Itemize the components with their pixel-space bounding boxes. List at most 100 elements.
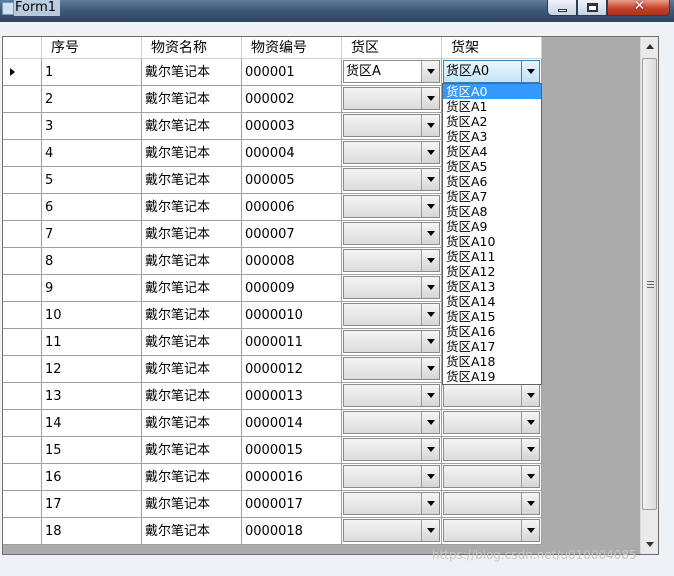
seq-cell[interactable]: 16 [42, 464, 142, 491]
name-cell[interactable]: 戴尔笔记本 [142, 59, 242, 86]
combobox-dropdown-button[interactable] [421, 250, 439, 271]
row-header[interactable] [3, 167, 42, 194]
seq-cell[interactable]: 18 [42, 518, 142, 545]
combobox-dropdown-button[interactable] [421, 493, 439, 514]
area-combobox[interactable] [343, 465, 440, 488]
area-combobox[interactable] [343, 519, 440, 542]
scroll-down-button[interactable] [641, 536, 658, 553]
dropdown-option[interactable]: 货区A14 [443, 294, 541, 309]
dropdown-option[interactable]: 货区A1 [443, 99, 541, 114]
combobox-dropdown-button[interactable] [421, 331, 439, 352]
combobox-dropdown-button[interactable] [521, 385, 539, 406]
shelf-combobox[interactable] [443, 438, 540, 461]
row-header[interactable] [3, 464, 42, 491]
row-header[interactable] [3, 248, 42, 275]
code-cell[interactable]: 0000010 [242, 302, 342, 329]
seq-cell[interactable]: 15 [42, 437, 142, 464]
dropdown-option[interactable]: 货区A7 [443, 189, 541, 204]
title-bar[interactable]: Form1 ✕ [0, 0, 674, 22]
code-cell[interactable]: 0000014 [242, 410, 342, 437]
column-header-shelf[interactable]: 货架 [442, 37, 542, 59]
area-combobox[interactable] [343, 195, 440, 218]
shelf-combobox[interactable] [443, 519, 540, 542]
area-combobox[interactable] [343, 168, 440, 191]
combobox-dropdown-button[interactable] [521, 520, 539, 541]
code-cell[interactable]: 000001 [242, 59, 342, 86]
data-grid[interactable]: 序号 物资名称 物资编号 货区 货架 1 戴尔笔记本 000001 货区A 货区A0 2 戴尔笔记本… [2, 36, 659, 555]
code-cell[interactable]: 0000015 [242, 437, 342, 464]
row-header[interactable] [3, 356, 42, 383]
area-combobox[interactable] [343, 330, 440, 353]
seq-cell[interactable]: 9 [42, 275, 142, 302]
shelf-combobox[interactable] [443, 384, 540, 407]
area-combobox[interactable] [343, 384, 440, 407]
shelf-combobox[interactable] [443, 465, 540, 488]
dropdown-option[interactable]: 货区A0 [443, 84, 541, 99]
row-header[interactable] [3, 491, 42, 518]
shelf-combobox[interactable] [443, 411, 540, 434]
code-cell[interactable]: 000002 [242, 86, 342, 113]
seq-cell[interactable]: 1 [42, 59, 142, 86]
code-cell[interactable]: 0000018 [242, 518, 342, 545]
minimize-button[interactable] [547, 0, 577, 16]
area-combobox[interactable] [343, 249, 440, 272]
seq-cell[interactable]: 14 [42, 410, 142, 437]
combobox-dropdown-button[interactable] [421, 61, 439, 82]
combobox-dropdown-button[interactable] [421, 169, 439, 190]
row-header[interactable] [3, 221, 42, 248]
combobox-dropdown-button[interactable] [521, 439, 539, 460]
dropdown-option[interactable]: 货区A12 [443, 264, 541, 279]
row-header[interactable] [3, 437, 42, 464]
code-cell[interactable]: 000009 [242, 275, 342, 302]
combobox-dropdown-button[interactable] [421, 196, 439, 217]
name-cell[interactable]: 戴尔笔记本 [142, 140, 242, 167]
column-header-code[interactable]: 物资编号 [242, 37, 342, 59]
area-combobox[interactable] [343, 303, 440, 326]
name-cell[interactable]: 戴尔笔记本 [142, 518, 242, 545]
seq-cell[interactable]: 2 [42, 86, 142, 113]
combobox-dropdown-button[interactable] [421, 466, 439, 487]
column-header-name[interactable]: 物资名称 [142, 37, 242, 59]
row-header[interactable] [3, 194, 42, 221]
code-cell[interactable]: 0000017 [242, 491, 342, 518]
dropdown-option[interactable]: 货区A8 [443, 204, 541, 219]
code-cell[interactable]: 000004 [242, 140, 342, 167]
maximize-button[interactable] [577, 0, 607, 16]
combobox-dropdown-button[interactable] [521, 493, 539, 514]
area-combobox[interactable] [343, 492, 440, 515]
scroll-up-button[interactable] [641, 38, 658, 55]
name-cell[interactable]: 戴尔笔记本 [142, 383, 242, 410]
area-combobox[interactable] [343, 87, 440, 110]
dropdown-option[interactable]: 货区A5 [443, 159, 541, 174]
dropdown-option[interactable]: 货区A17 [443, 339, 541, 354]
dropdown-option[interactable]: 货区A4 [443, 144, 541, 159]
grid-corner-header[interactable] [3, 37, 42, 59]
shelf-dropdown-list[interactable]: 货区A0 货区A1 货区A2 货区A3 货区A4 货区A5 货区A6 货区A7 货区A8 货区A9… [442, 83, 542, 385]
area-combobox[interactable] [343, 222, 440, 245]
column-header-area[interactable]: 货区 [342, 37, 442, 59]
name-cell[interactable]: 戴尔笔记本 [142, 491, 242, 518]
seq-cell[interactable]: 3 [42, 113, 142, 140]
dropdown-option[interactable]: 货区A6 [443, 174, 541, 189]
name-cell[interactable]: 戴尔笔记本 [142, 275, 242, 302]
seq-cell[interactable]: 11 [42, 329, 142, 356]
seq-cell[interactable]: 4 [42, 140, 142, 167]
row-header[interactable] [3, 329, 42, 356]
area-combobox[interactable] [343, 411, 440, 434]
vertical-scrollbar[interactable] [640, 37, 658, 554]
code-cell[interactable]: 000008 [242, 248, 342, 275]
name-cell[interactable]: 戴尔笔记本 [142, 356, 242, 383]
combobox-dropdown-button[interactable] [421, 358, 439, 379]
name-cell[interactable]: 戴尔笔记本 [142, 329, 242, 356]
name-cell[interactable]: 戴尔笔记本 [142, 221, 242, 248]
combobox-dropdown-button[interactable] [521, 466, 539, 487]
area-combobox[interactable] [343, 114, 440, 137]
row-header[interactable] [3, 140, 42, 167]
row-header[interactable] [3, 410, 42, 437]
row-header[interactable] [3, 383, 42, 410]
code-cell[interactable]: 0000016 [242, 464, 342, 491]
name-cell[interactable]: 戴尔笔记本 [142, 248, 242, 275]
seq-cell[interactable]: 10 [42, 302, 142, 329]
row-header[interactable] [3, 113, 42, 140]
row-header[interactable] [3, 302, 42, 329]
